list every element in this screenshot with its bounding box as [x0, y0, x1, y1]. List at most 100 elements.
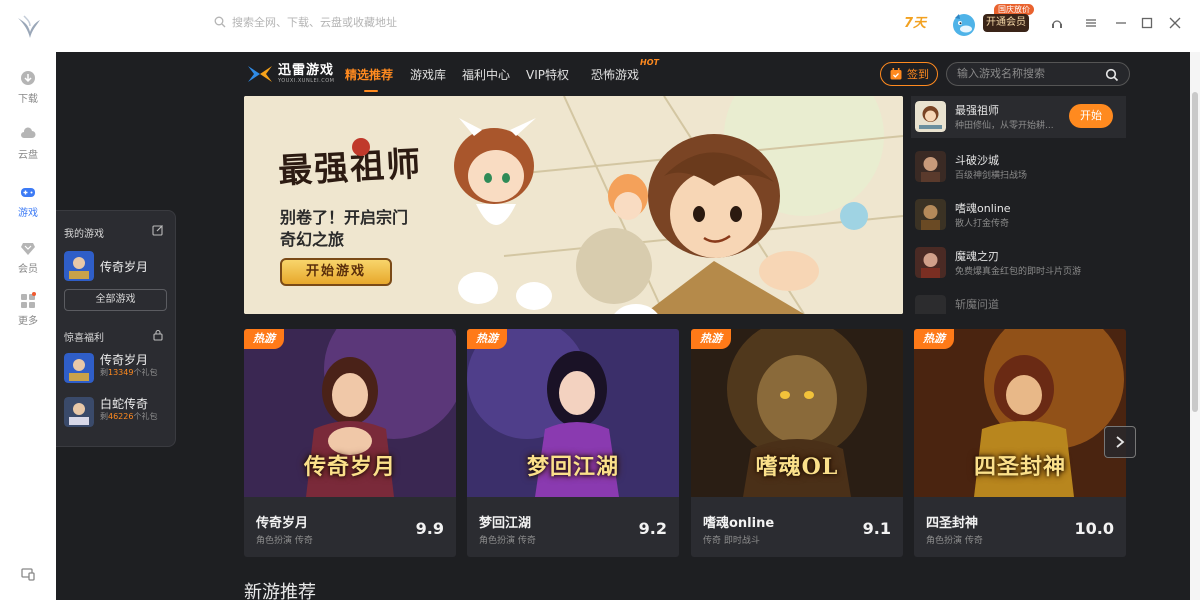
- gift-item[interactable]: 白蛇传奇 剩46226个礼包: [64, 397, 157, 427]
- hero-banner[interactable]: 最强祖师 别卷了！开启宗门 奇幻之旅 开始游戏: [244, 96, 903, 314]
- game-card-score: 10.0: [1074, 519, 1114, 538]
- scrollbar-thumb[interactable]: [1192, 92, 1198, 412]
- tab-game-library[interactable]: 游戏库: [410, 66, 446, 83]
- game-card-score: 9.2: [638, 519, 667, 538]
- hot-badge: 热游: [467, 329, 507, 349]
- game-thumbnail: [915, 101, 946, 132]
- help-icon[interactable]: [1048, 14, 1066, 32]
- game-thumbnail: [915, 199, 946, 230]
- game-card[interactable]: 热游 四圣封神 四圣封神 角色扮演 传奇 10.0: [914, 329, 1126, 557]
- checkin-streak-badge[interactable]: 7天: [904, 12, 926, 31]
- gift-item[interactable]: 传奇岁月 剩13349个礼包: [64, 353, 157, 383]
- game-thumbnail: [64, 251, 94, 281]
- active-tab-indicator: [364, 90, 378, 92]
- my-game-item[interactable]: 传奇岁月: [64, 251, 148, 281]
- all-games-button[interactable]: 全部游戏: [64, 289, 167, 311]
- rail-item-label: 下载: [18, 94, 38, 105]
- rail-item-cloud[interactable]: 云盘: [0, 126, 56, 161]
- xunlei-bird-logo[interactable]: [14, 12, 42, 40]
- featured-games-list: 最强祖师 种田修仙，从零开始耕... 开始 斗破沙城 百级神剑横扫战场 嗜魂on…: [911, 96, 1126, 314]
- hero-title: 最强祖师: [277, 144, 424, 192]
- tab-welfare-center[interactable]: 福利中心: [462, 66, 510, 83]
- rail-item-more[interactable]: 更多: [0, 292, 56, 327]
- edit-icon[interactable]: [152, 224, 164, 236]
- gift-count: 剩46226个礼包: [100, 412, 158, 421]
- device-icon[interactable]: [20, 566, 36, 582]
- start-button[interactable]: 开始: [1069, 104, 1113, 128]
- menu-icon[interactable]: [1082, 14, 1100, 32]
- download-icon: [21, 71, 35, 85]
- game-thumbnail: [915, 151, 946, 182]
- hot-badge: 热游: [914, 329, 954, 349]
- hot-tag: HOT: [640, 58, 659, 67]
- gamepad-icon: [21, 188, 35, 197]
- game-card-score: 9.1: [862, 519, 891, 538]
- game-card-logo: 梦回江湖: [526, 454, 619, 480]
- list-item-name: 最强祖师: [955, 104, 999, 117]
- list-item-desc: 种田修仙，从零开始耕...: [955, 121, 1054, 131]
- list-item-name: 斗破沙城: [955, 154, 999, 167]
- game-card-logo: 嗜魂OL: [755, 454, 839, 480]
- hero-tagline-1: 别卷了！开启宗门: [280, 208, 409, 227]
- tab-horror-games[interactable]: 恐怖游戏: [591, 66, 639, 83]
- scrollbar[interactable]: [1190, 52, 1200, 600]
- global-search-input[interactable]: [232, 15, 532, 29]
- game-search-input[interactable]: [957, 67, 1097, 80]
- list-item-name: 魔魂之刃: [955, 250, 999, 263]
- rail-item-vip[interactable]: 会员: [0, 240, 56, 275]
- sign-in-label: 签到: [907, 68, 929, 81]
- minimize-icon[interactable]: [1112, 14, 1130, 32]
- game-card-score: 9.9: [415, 519, 444, 538]
- xunlei-games-brand[interactable]: 迅雷游戏 YOUXI.XUNLEI.COM: [246, 62, 334, 86]
- diamond-icon: [21, 243, 35, 255]
- game-thumbnail: [64, 397, 94, 427]
- game-search[interactable]: [946, 62, 1130, 86]
- carousel-next-button[interactable]: [1104, 426, 1136, 458]
- hot-badge: 热游: [691, 329, 731, 349]
- maximize-icon[interactable]: [1138, 14, 1156, 32]
- cloud-icon: [21, 127, 36, 138]
- game-card-name: 梦回江湖: [479, 516, 532, 531]
- game-card[interactable]: 热游 嗜魂OL 嗜魂online 传奇 即时战斗 9.1: [691, 329, 903, 557]
- my-game-name: 传奇岁月: [100, 259, 149, 274]
- global-search[interactable]: [214, 12, 532, 32]
- game-nav: 迅雷游戏 YOUXI.XUNLEI.COM 精选推荐 游戏库 福利中心 VIP特…: [56, 52, 1190, 96]
- brand-subtitle: YOUXI.XUNLEI.COM: [278, 78, 335, 84]
- rail-item-download[interactable]: 下载: [0, 70, 56, 105]
- hot-badge: 热游: [244, 329, 284, 349]
- hero-seal-icon: [352, 138, 370, 156]
- start-game-button[interactable]: 开始游戏: [280, 258, 392, 286]
- game-thumbnail: [64, 353, 94, 383]
- rail-item-label: 游戏: [18, 208, 38, 219]
- rail-item-games[interactable]: 游戏: [0, 184, 56, 219]
- tab-vip-privileges[interactable]: VIP特权: [526, 66, 569, 83]
- calendar-icon: [890, 68, 902, 80]
- list-item[interactable]: 魔魂之刃 免费爆真金红包的即时斗片页游: [911, 242, 1126, 290]
- list-item[interactable]: 最强祖师 种田修仙，从零开始耕... 开始: [911, 96, 1126, 138]
- tab-featured[interactable]: 精选推荐: [345, 66, 393, 83]
- game-card-name: 传奇岁月: [256, 516, 309, 531]
- open-vip-button[interactable]: 开通会员: [983, 14, 1029, 32]
- search-icon[interactable]: [1105, 68, 1119, 82]
- game-thumbnail: [915, 247, 946, 278]
- rail-item-label: 云盘: [18, 150, 38, 161]
- list-item-name: 嗜魂online: [955, 202, 1011, 215]
- list-item-desc: 百级神剑横扫战场: [955, 171, 1028, 181]
- gift-game-name: 白蛇传奇: [100, 397, 149, 411]
- game-card-name: 嗜魂online: [703, 516, 775, 531]
- list-item[interactable]: 嗜魂online 散人打金传奇: [911, 194, 1126, 242]
- game-card-tags: 角色扮演 传奇: [479, 536, 536, 546]
- game-card[interactable]: 热游 传奇岁月 传奇岁月 角色扮演 传奇 9.9: [244, 329, 456, 557]
- sign-in-button[interactable]: 签到: [880, 62, 938, 86]
- list-item[interactable]: 斩魔问道: [911, 290, 1126, 314]
- game-card-tags: 角色扮演 传奇: [926, 536, 983, 546]
- hero-tagline-2: 奇幻之旅: [280, 230, 345, 249]
- game-center: 迅雷游戏 YOUXI.XUNLEI.COM 精选推荐 游戏库 福利中心 VIP特…: [56, 52, 1190, 600]
- game-card[interactable]: 热游 梦回江湖 梦回江湖 角色扮演 传奇 9.2: [467, 329, 679, 557]
- list-item[interactable]: 斗破沙城 百级神剑横扫战场: [911, 146, 1126, 194]
- list-item-desc: 散人打金传奇: [955, 219, 1010, 229]
- game-card-tags: 传奇 即时战斗: [703, 536, 760, 546]
- close-icon[interactable]: [1166, 14, 1184, 32]
- avatar[interactable]: [950, 10, 978, 38]
- lock-icon[interactable]: [152, 329, 164, 341]
